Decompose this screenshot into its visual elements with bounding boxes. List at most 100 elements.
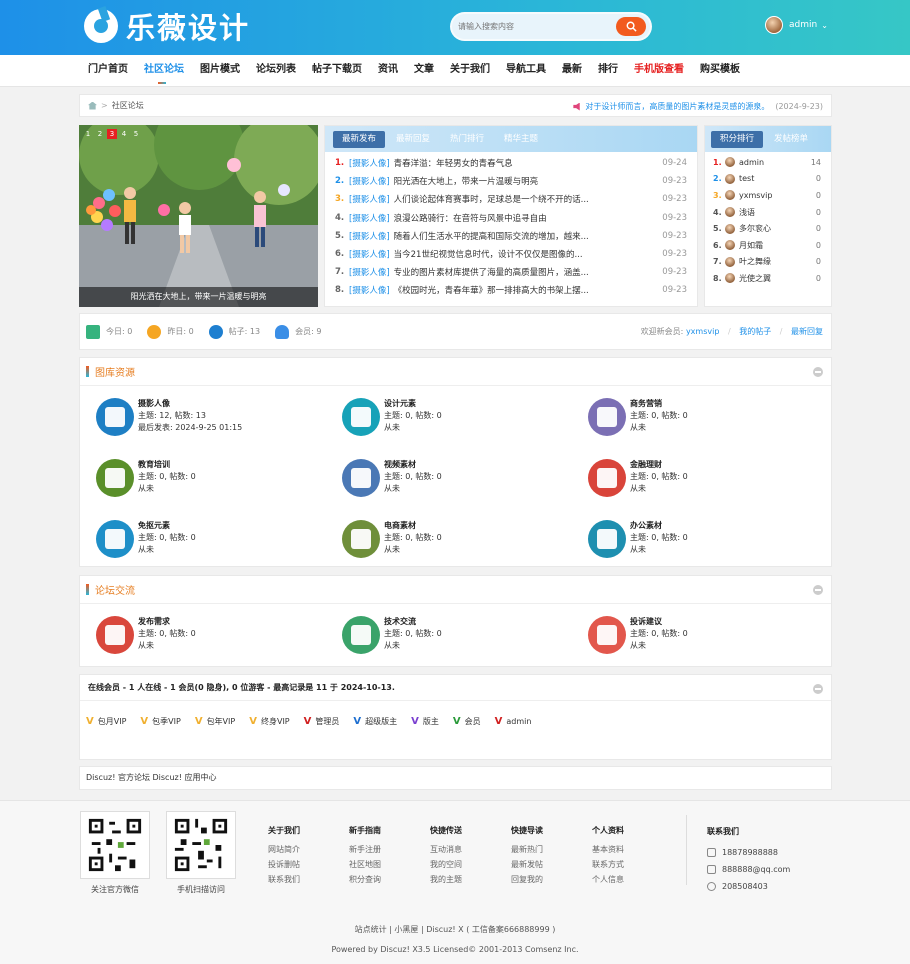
forum-icon[interactable]	[342, 520, 380, 558]
rank-row[interactable]: 3. yxmsvip 0	[705, 187, 831, 204]
nav-item[interactable]: 手机版查看	[626, 55, 692, 87]
friend-links[interactable]: Discuz! 官方论坛 Discuz! 应用中心	[79, 766, 832, 790]
forum-icon[interactable]	[588, 459, 626, 497]
list-item[interactable]: 2. [摄影人像] 阳光洒在大地上，带来一片温暖与明亮 09-23	[325, 172, 697, 190]
item-title[interactable]: 《校园时光，青春年華》那一排排高大的书架上摆...	[394, 284, 659, 296]
forum-icon[interactable]	[96, 616, 134, 654]
forum-name[interactable]: 投诉建议	[630, 616, 688, 628]
forum-name[interactable]: 商务营销	[630, 398, 688, 410]
nav-item[interactable]: 最新	[554, 55, 590, 87]
nav-item[interactable]: 文章	[406, 55, 442, 87]
rank-name[interactable]: 光使之翼	[739, 273, 816, 284]
image-slider[interactable]: 12345 阳光洒在大地上，带来一片温暖与明亮	[79, 125, 318, 307]
tab-news[interactable]: 热门排行	[441, 131, 493, 148]
tab-news[interactable]: 最新发布	[333, 130, 386, 148]
forum-item[interactable]: 免抠元素 主题: 0, 帖数: 0 从未	[96, 520, 196, 558]
forum-icon[interactable]	[96, 398, 134, 436]
rank-row[interactable]: 2. test 0	[705, 171, 831, 188]
rank-name[interactable]: 浅语	[739, 207, 816, 218]
list-item[interactable]: 7. [摄影人像] 专业的图片素材库提供了海量的高质量图片，涵盖... 09-23	[325, 263, 697, 281]
forum-icon[interactable]	[342, 616, 380, 654]
rank-name[interactable]: 月如霜	[739, 240, 816, 251]
forum-item[interactable]: 办公素材 主题: 0, 帖数: 0 从未	[588, 520, 688, 558]
collapse-icon[interactable]	[813, 684, 823, 694]
forum-item[interactable]: 设计元素 主题: 0, 帖数: 0 从未	[342, 398, 442, 436]
footer-link[interactable]: 网站简介	[268, 842, 300, 857]
footer-links[interactable]: 站点统计 | 小黑屋 | Discuz! X ( 工信备案666888999 )	[0, 920, 910, 940]
newest-member-link[interactable]: yxmsvip	[686, 327, 719, 336]
forum-item[interactable]: 金融理财 主题: 0, 帖数: 0 从未	[588, 459, 688, 497]
list-item[interactable]: 3. [摄影人像] 人们谈论起体育赛事时，足球总是一个绕不开的话... 09-23	[325, 190, 697, 208]
forum-name[interactable]: 设计元素	[384, 398, 442, 410]
item-category[interactable]: [摄影人像]	[349, 212, 390, 224]
footer-link[interactable]: 互动消息	[430, 842, 462, 857]
nav-item[interactable]: 排行	[590, 55, 626, 87]
forum-item[interactable]: 商务营销 主题: 0, 帖数: 0 从未	[588, 398, 688, 436]
nav-item[interactable]: 社区论坛	[136, 55, 192, 87]
forum-name[interactable]: 教育培训	[138, 459, 196, 471]
item-category[interactable]: [摄影人像]	[349, 193, 390, 205]
forum-name[interactable]: 技术交流	[384, 616, 442, 628]
item-category[interactable]: [摄影人像]	[349, 230, 390, 242]
slider-dot[interactable]: 1	[83, 129, 93, 139]
item-title[interactable]: 阳光洒在大地上，带来一片温暖与明亮	[394, 175, 659, 187]
slider-dot[interactable]: 4	[119, 129, 129, 139]
footer-link[interactable]: 回复我的	[511, 872, 543, 887]
rank-name[interactable]: 多尔衮心	[739, 223, 816, 234]
tab-news[interactable]: 精华主题	[495, 131, 547, 148]
forum-name[interactable]: 视频素材	[384, 459, 442, 471]
tab-rank[interactable]: 发帖榜单	[765, 131, 817, 148]
list-item[interactable]: 4. [摄影人像] 浪漫公路骑行：在音符与风景中追寻自由 09-23	[325, 209, 697, 227]
forum-item[interactable]: 电商素材 主题: 0, 帖数: 0 从未	[342, 520, 442, 558]
forum-icon[interactable]	[588, 398, 626, 436]
forum-name[interactable]: 免抠元素	[138, 520, 196, 532]
rank-row[interactable]: 1. admin 14	[705, 154, 831, 171]
nav-item[interactable]: 论坛列表	[248, 55, 304, 87]
forum-icon[interactable]	[342, 398, 380, 436]
forum-item[interactable]: 摄影人像 主题: 12, 帖数: 13 最后发表: 2024-9-25 01:15	[96, 398, 242, 436]
tab-news[interactable]: 最新回复	[387, 131, 439, 148]
item-category[interactable]: [摄影人像]	[349, 266, 390, 278]
nav-item[interactable]: 购买模板	[692, 55, 748, 87]
footer-link[interactable]: 积分查询	[349, 872, 381, 887]
forum-name[interactable]: 金融理财	[630, 459, 688, 471]
item-title[interactable]: 随着人们生活水平的提高和国际交流的增加，越来...	[394, 230, 659, 242]
rank-row[interactable]: 5. 多尔衮心 0	[705, 220, 831, 237]
footer-link[interactable]: 基本资料	[592, 842, 624, 857]
rank-row[interactable]: 4. 浅语 0	[705, 204, 831, 221]
list-item[interactable]: 5. [摄影人像] 随着人们生活水平的提高和国际交流的增加，越来... 09-23	[325, 227, 697, 245]
footer-link[interactable]: 社区地图	[349, 857, 381, 872]
item-category[interactable]: [摄影人像]	[349, 175, 390, 187]
forum-icon[interactable]	[588, 616, 626, 654]
forum-item[interactable]: 发布需求 主题: 0, 帖数: 0 从未	[96, 616, 196, 654]
nav-item[interactable]: 关于我们	[442, 55, 498, 87]
search-input[interactable]	[458, 22, 616, 31]
item-title[interactable]: 人们谈论起体育赛事时，足球总是一个绕不开的话...	[394, 193, 659, 205]
footer-link[interactable]: 个人信息	[592, 872, 624, 887]
nav-item[interactable]: 图片模式	[192, 55, 248, 87]
forum-icon[interactable]	[342, 459, 380, 497]
footer-link[interactable]: 我的主题	[430, 872, 462, 887]
forum-name[interactable]: 办公素材	[630, 520, 688, 532]
forum-item[interactable]: 投诉建议 主题: 0, 帖数: 0 从未	[588, 616, 688, 654]
forum-item[interactable]: 技术交流 主题: 0, 帖数: 0 从未	[342, 616, 442, 654]
footer-link[interactable]: 最新热门	[511, 842, 543, 857]
nav-item[interactable]: 帖子下载页	[304, 55, 370, 87]
collapse-icon[interactable]	[813, 585, 823, 595]
collapse-icon[interactable]	[813, 367, 823, 377]
rank-row[interactable]: 6. 月如霜 0	[705, 237, 831, 254]
forum-name[interactable]: 摄影人像	[138, 398, 242, 410]
slider-dot[interactable]: 5	[131, 129, 141, 139]
nav-item[interactable]: 导航工具	[498, 55, 554, 87]
footer-link[interactable]: 联系方式	[592, 857, 624, 872]
contact-email[interactable]: 888888@qq.com	[722, 865, 790, 874]
item-title[interactable]: 专业的图片素材库提供了海量的高质量图片，涵盖...	[394, 266, 659, 278]
item-category[interactable]: [摄影人像]	[349, 157, 390, 169]
item-category[interactable]: [摄影人像]	[349, 248, 390, 260]
rank-name[interactable]: yxmsvip	[739, 191, 816, 200]
forum-icon[interactable]	[588, 520, 626, 558]
rank-row[interactable]: 7. 叶之舞缘 0	[705, 254, 831, 271]
nav-item[interactable]: 门户首页	[80, 55, 136, 87]
slider-dot[interactable]: 3	[107, 129, 117, 139]
rank-name[interactable]: 叶之舞缘	[739, 256, 816, 267]
